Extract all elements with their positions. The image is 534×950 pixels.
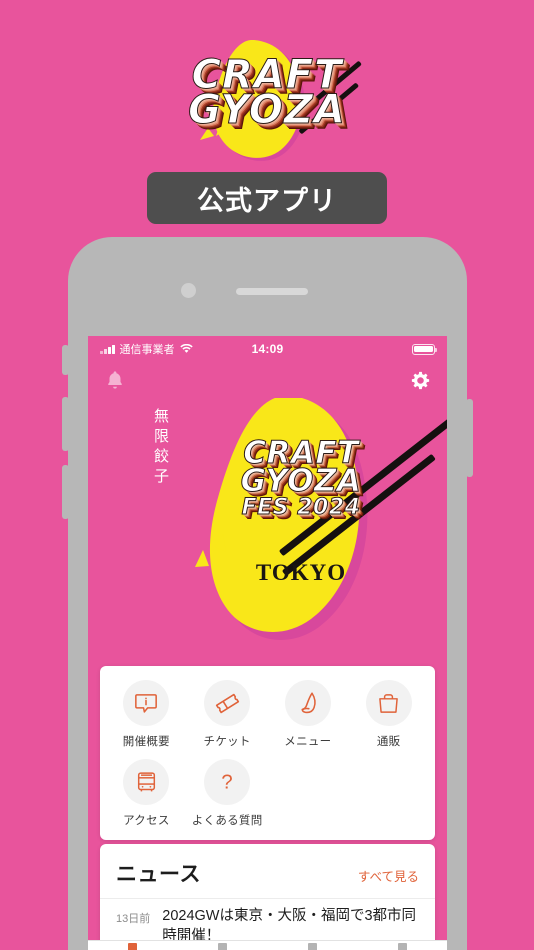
menu-icon [307, 943, 317, 950]
tab-more[interactable] [357, 943, 447, 950]
volume-down-button[interactable] [62, 465, 69, 519]
home-icon [128, 943, 138, 950]
tab-ticket[interactable] [178, 943, 268, 950]
news-see-all-link[interactable]: すべて見る [358, 866, 419, 885]
phone-screen: 通信事業者 14:09 無限餃子 CRAFT GYOZA FES 2024 TO… [88, 336, 447, 950]
menu-item-label: メニュー [284, 736, 332, 748]
quick-menu-card: 開催概要 チケット メニュー 通販 アクセス ? よくある質問 [100, 666, 435, 840]
hero-wordmark: CRAFT GYOZA FES 2024 [206, 437, 396, 520]
menu-item-label: 開催概要 [122, 736, 170, 748]
gyoza-icon [284, 680, 331, 726]
menu-item-overview[interactable]: 開催概要 [106, 680, 187, 749]
tab-home[interactable] [88, 943, 178, 950]
camera-icon [181, 283, 196, 298]
promo-logo-line2: GYOZA [188, 87, 346, 134]
bus-icon [123, 759, 170, 805]
bell-icon[interactable] [102, 367, 128, 393]
hero-banner: 無限餃子 CRAFT GYOZA FES 2024 TOKYO [88, 398, 447, 666]
menu-item-label: アクセス [123, 815, 170, 827]
shopping-bag-icon [365, 680, 412, 726]
menu-item-menu[interactable]: メニュー [268, 680, 349, 749]
app-promo-screenshot: CRAFT GYOZA 公式アプリ 通信事業者 14:09 無限餃子 CRAFT… [0, 0, 534, 950]
menu-item-access[interactable]: アクセス [106, 759, 187, 828]
question-mark-icon: ? [204, 759, 251, 805]
hero-logo-line2: GYOZA [240, 462, 362, 499]
news-item-date: 13日前 [116, 913, 151, 925]
more-icon [397, 943, 407, 950]
app-header [88, 362, 447, 398]
hero-vertical-text: 無限餃子 [152, 408, 169, 488]
menu-item-label: 通販 [376, 736, 401, 748]
ticket-icon [204, 680, 251, 726]
tab-menu[interactable] [268, 943, 358, 950]
menu-item-online-shop[interactable]: 通販 [348, 680, 429, 749]
menu-item-label: チケット [203, 736, 251, 748]
news-card: ニュース すべて見る 13日前 2024GWは東京・大阪・福岡で3都市同時開催！ [100, 844, 435, 950]
status-bar-time: 14:09 [251, 342, 284, 356]
bottom-tab-bar [88, 940, 447, 950]
hero-logo-line3: FES 2024 [241, 494, 361, 520]
silent-switch[interactable] [62, 345, 69, 375]
gear-icon[interactable] [407, 367, 433, 393]
ticket-icon [218, 943, 228, 950]
official-app-badge: 公式アプリ [147, 172, 387, 224]
menu-item-label: よくある質問 [191, 815, 263, 827]
volume-up-button[interactable] [62, 397, 69, 451]
menu-item-ticket[interactable]: チケット [187, 680, 268, 749]
promo-wordmark: CRAFT GYOZA [0, 54, 534, 134]
speaker-grill-icon [236, 288, 308, 295]
news-header: ニュース すべて見る [100, 858, 435, 898]
battery-full-icon [412, 343, 437, 355]
svg-text:?: ? [221, 772, 232, 794]
status-bar-right [412, 343, 437, 355]
quick-menu-grid: 開催概要 チケット メニュー 通販 アクセス ? よくある質問 [106, 680, 429, 828]
status-bar: 通信事業者 14:09 [88, 336, 447, 362]
news-title: ニュース [116, 863, 201, 886]
info-bubble-icon [123, 680, 170, 726]
power-button[interactable] [466, 399, 473, 477]
promo-logo: CRAFT GYOZA [0, 18, 534, 178]
hero-city-label: TOKYO [255, 560, 347, 585]
official-app-label: 公式アプリ [197, 185, 337, 216]
menu-item-faq[interactable]: ? よくある質問 [187, 759, 268, 828]
